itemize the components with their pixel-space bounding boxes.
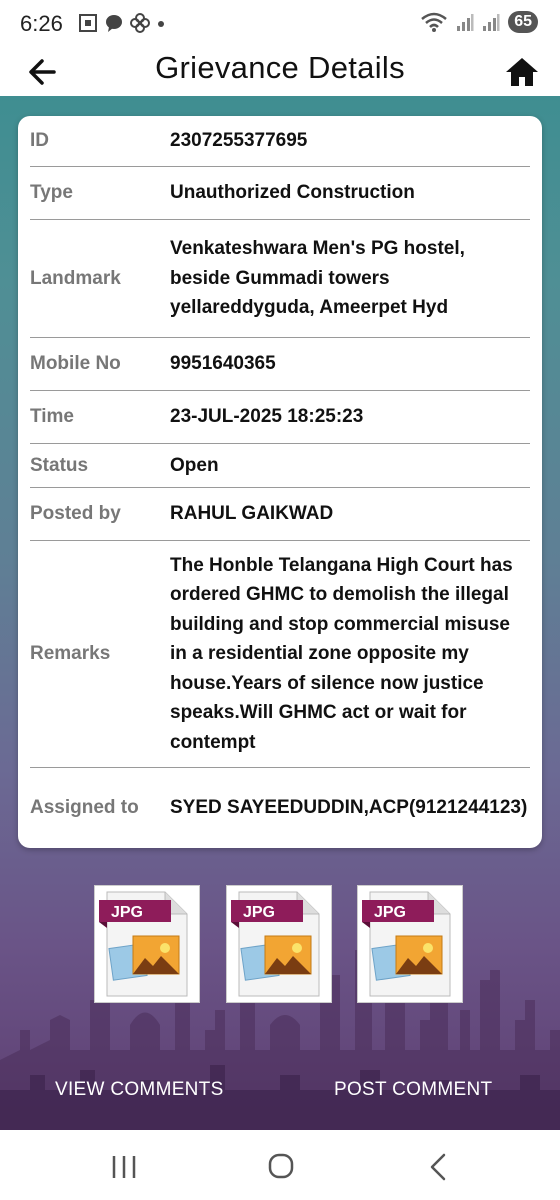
home-icon[interactable] bbox=[502, 52, 542, 92]
status-label: Status bbox=[30, 454, 89, 476]
grievance-details-card: ID 2307255377695 Type Unauthorized Const… bbox=[18, 116, 542, 848]
status-value: Open bbox=[170, 454, 219, 476]
id-value: 2307255377695 bbox=[170, 130, 308, 152]
screenshot-icon bbox=[79, 14, 97, 32]
id-label: ID bbox=[30, 130, 49, 151]
jpg-attachment-1[interactable]: JPG bbox=[94, 885, 200, 1003]
mobile-label: Mobile No bbox=[30, 353, 121, 374]
detail-row-posted-by: Posted by RAHUL GAIKWAD bbox=[18, 488, 542, 540]
detail-row-time: Time 23-JUL-2025 18:25:23 bbox=[18, 391, 542, 443]
home-nav-icon[interactable] bbox=[261, 1150, 301, 1184]
detail-row-assigned-to: Assigned to SYED SAYEEDUDDIN,ACP(9121244… bbox=[18, 768, 542, 848]
type-label: Type bbox=[30, 182, 73, 203]
app-bar: Grievance Details bbox=[0, 48, 560, 96]
signal-icon bbox=[483, 14, 500, 31]
jpg-file-icon: JPG bbox=[362, 891, 451, 997]
page-title: Grievance Details bbox=[155, 50, 405, 85]
detail-row-id: ID 2307255377695 bbox=[18, 116, 542, 166]
detail-row-landmark: Landmark Venkateshwara Men's PG hostel, … bbox=[18, 220, 542, 337]
remarks-value: The Honble Telangana High Court has orde… bbox=[170, 554, 513, 753]
notification-icons bbox=[78, 13, 166, 33]
jpg-attachment-3[interactable]: JPG bbox=[357, 885, 463, 1003]
view-comments-button[interactable]: VIEW COMMENTS bbox=[55, 1079, 224, 1101]
battery-indicator: 65 bbox=[508, 11, 538, 33]
jpg-file-icon: JPG bbox=[231, 891, 320, 997]
time-value: 23-JUL-2025 18:25:23 bbox=[170, 406, 364, 428]
mobile-value: 9951640365 bbox=[170, 353, 276, 375]
signal-icon bbox=[457, 14, 474, 31]
status-time: 6:26 bbox=[20, 11, 63, 36]
posted-by-label: Posted by bbox=[30, 503, 121, 524]
posted-by-value: RAHUL GAIKWAD bbox=[170, 503, 334, 525]
landmark-label: Landmark bbox=[30, 267, 121, 289]
time-label: Time bbox=[30, 406, 75, 427]
jpg-attachment-2[interactable]: JPG bbox=[226, 885, 332, 1003]
remarks-label: Remarks bbox=[30, 643, 111, 664]
back-nav-icon[interactable] bbox=[418, 1150, 458, 1184]
jpg-file-icon: JPG bbox=[99, 891, 188, 997]
jpg-badge: JPG bbox=[243, 904, 275, 921]
detail-row-remarks: Remarks The Honble Telangana High Court … bbox=[18, 541, 542, 767]
status-bar: 6:26 65 bbox=[0, 0, 560, 48]
landmark-value: Venkateshwara Men's PG hostel, beside Gu… bbox=[170, 238, 465, 319]
detail-row-type: Type Unauthorized Construction bbox=[18, 167, 542, 219]
dot-icon bbox=[158, 21, 164, 27]
pinwheel-icon bbox=[130, 13, 150, 33]
detail-row-mobile: Mobile No 9951640365 bbox=[18, 338, 542, 390]
wifi-icon bbox=[421, 12, 448, 32]
jpg-badge: JPG bbox=[111, 904, 143, 921]
assigned-to-value: SYED SAYEEDUDDIN,ACP(9121244123) bbox=[170, 797, 528, 819]
type-value: Unauthorized Construction bbox=[170, 182, 415, 204]
detail-row-status: Status Open bbox=[18, 444, 542, 487]
jpg-badge: JPG bbox=[374, 904, 406, 921]
system-nav-bar bbox=[0, 1130, 560, 1200]
post-comment-button[interactable]: POST COMMENT bbox=[334, 1079, 492, 1101]
system-icons: 65 bbox=[420, 11, 538, 33]
recent-apps-icon[interactable] bbox=[104, 1150, 144, 1184]
messenger-icon bbox=[106, 15, 122, 32]
assigned-to-label: Assigned to bbox=[30, 797, 139, 818]
